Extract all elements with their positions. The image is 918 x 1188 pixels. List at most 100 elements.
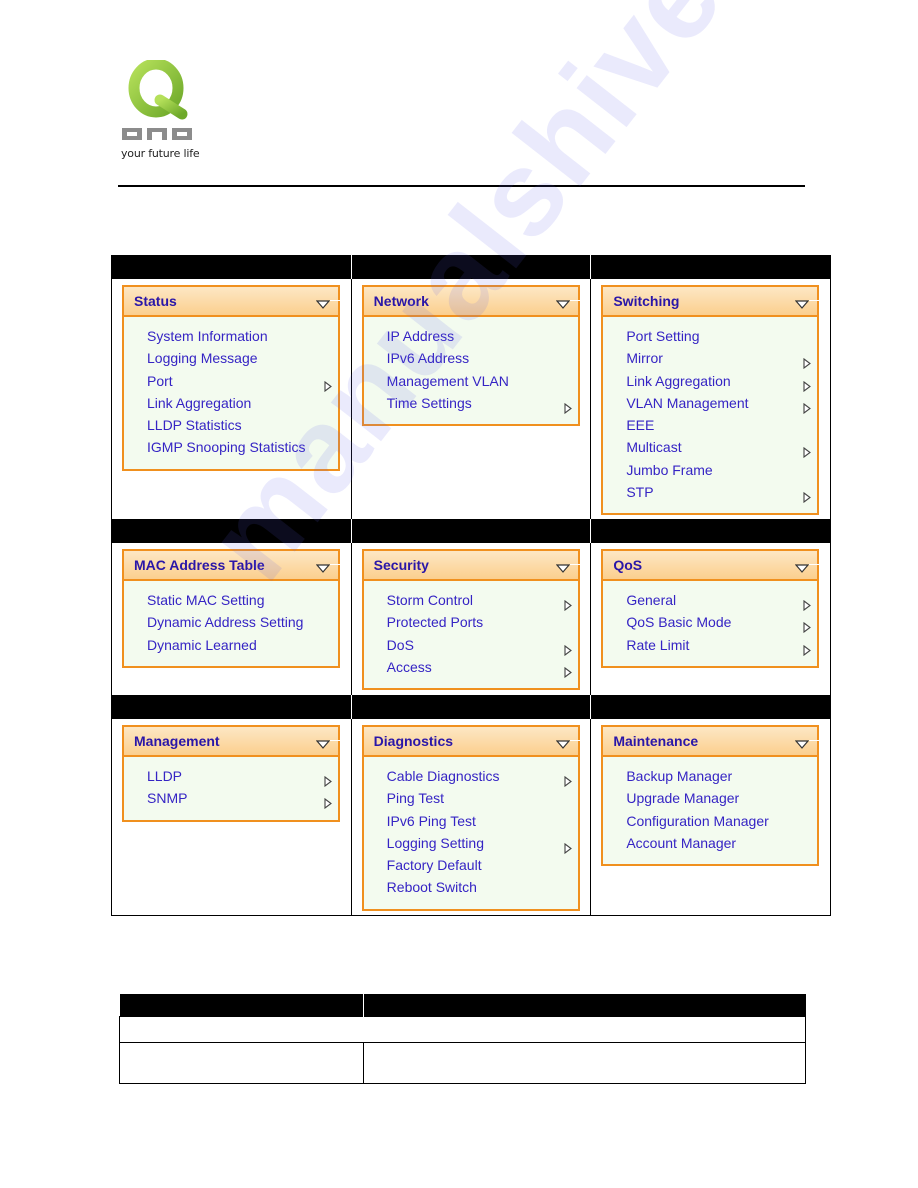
menu-item-mirror[interactable]: Mirror — [603, 347, 817, 370]
submenu-arrow-icon — [803, 595, 812, 612]
menu-item-upgrade-manager[interactable]: Upgrade Manager — [603, 787, 817, 809]
menu-item-snmp[interactable]: SNMP — [124, 787, 338, 810]
collapse-triangle-icon[interactable] — [315, 297, 350, 309]
menu-body: Port Setting Mirror Link Aggregation VLAN M… — [603, 317, 817, 513]
menu-header[interactable]: QoS — [603, 551, 830, 581]
menu-title: Management — [134, 733, 220, 749]
grid-cell: Status System Information Logging Message P… — [112, 279, 352, 519]
collapse-triangle-icon[interactable] — [555, 297, 590, 309]
menu-item-backup-manager[interactable]: Backup Manager — [603, 765, 817, 787]
menu-header[interactable]: MAC Address Table — [124, 551, 350, 581]
menu-item-igmp-snooping-statistics[interactable]: IGMP Snooping Statistics — [124, 436, 338, 458]
menu-panel-status: Status System Information Logging Message P… — [122, 285, 350, 471]
collapse-triangle-icon[interactable] — [315, 561, 350, 573]
menu-item-dos[interactable]: DoS — [364, 634, 578, 656]
menu-item-label: SNMP — [147, 790, 188, 807]
grid-header-cell — [351, 695, 592, 719]
menu-item-port-setting[interactable]: Port Setting — [603, 325, 817, 347]
menu-header[interactable]: Security — [363, 551, 590, 581]
menu-item-stp[interactable]: STP — [603, 481, 817, 504]
menu-item-link-aggregation[interactable]: Link Aggregation — [603, 370, 817, 392]
menu-item-system-information[interactable]: System Information — [124, 325, 338, 347]
menu-item-label: Factory Default — [386, 857, 482, 874]
menu-item-port[interactable]: Port — [124, 370, 338, 392]
menu-item-label: Account Manager — [626, 834, 737, 851]
menu-title: Diagnostics — [373, 733, 454, 749]
menu-item-general[interactable]: General — [603, 589, 817, 612]
menu-title: Security — [373, 557, 429, 573]
menu-panel-maintenance: Maintenance Backup Manager Upgrade Manager… — [601, 725, 830, 867]
menu-header[interactable]: Management — [124, 727, 350, 757]
menu-item-dynamic-address-setting[interactable]: Dynamic Address Setting — [124, 611, 338, 633]
menu-item-label: General — [626, 592, 677, 608]
grid-header-cell — [351, 255, 592, 279]
menu-title: QoS — [613, 557, 643, 573]
menu-item-reboot-switch[interactable]: Reboot Switch — [364, 876, 578, 898]
collapse-triangle-icon[interactable] — [795, 737, 830, 749]
menu-item-ipv6-address[interactable]: IPv6 Address — [364, 347, 578, 369]
menu-item-label: IGMP Snooping Statistics — [147, 439, 306, 456]
menu-header[interactable]: Network — [363, 287, 590, 317]
menu-item-logging-message[interactable]: Logging Message — [124, 347, 338, 369]
collapse-triangle-icon[interactable] — [795, 297, 830, 309]
menu-item-lldp[interactable]: LLDP — [124, 765, 338, 788]
menu-item-qos-basic-mode[interactable]: QoS Basic Mode — [603, 611, 817, 634]
menu-item-ipv6-ping-test[interactable]: IPv6 Ping Test — [364, 810, 578, 832]
header-divider — [118, 185, 805, 187]
menu-item-access[interactable]: Access — [364, 656, 578, 678]
menu-item-label: LLDP Statistics — [147, 417, 242, 434]
collapse-triangle-icon[interactable] — [315, 737, 350, 749]
grid-header-cell — [591, 255, 831, 279]
menu-item-time-settings[interactable]: Time Settings — [364, 392, 578, 414]
collapse-triangle-icon[interactable] — [555, 737, 590, 749]
menu-item-factory-default[interactable]: Factory Default — [364, 854, 578, 876]
menu-item-account-manager[interactable]: Account Manager — [603, 832, 817, 854]
submenu-arrow-icon — [803, 398, 812, 414]
menu-item-management-vlan[interactable]: Management VLAN — [364, 370, 578, 392]
menu-item-jumbo-frame[interactable]: Jumbo Frame — [603, 459, 817, 481]
submenu-arrow-icon — [803, 487, 812, 504]
menu-item-eee[interactable]: EEE — [603, 414, 817, 436]
qno-logo-icon — [122, 60, 192, 140]
menu-item-storm-control[interactable]: Storm Control — [364, 589, 578, 612]
menu-panel-management: Management LLDP SNMP — [122, 725, 350, 822]
menu-header[interactable]: Maintenance — [603, 727, 830, 757]
menu-item-configuration-manager[interactable]: Configuration Manager — [603, 810, 817, 832]
menu-item-dynamic-learned[interactable]: Dynamic Learned — [124, 634, 338, 656]
menu-item-label: VLAN Management — [626, 394, 749, 411]
grid-cell: Management LLDP SNMP — [112, 719, 352, 915]
grid-header-cell — [112, 695, 352, 719]
menu-item-label: IPv6 Address — [386, 350, 470, 367]
menu-panel-network: Network IP Address IPv6 Address Management … — [361, 285, 590, 427]
menu-item-static-mac-setting[interactable]: Static MAC Setting — [124, 589, 338, 611]
grid-header-cell — [591, 695, 831, 719]
submenu-arrow-icon — [803, 617, 812, 634]
menu-item-rate-limit[interactable]: Rate Limit — [603, 634, 817, 656]
table-cell — [362, 1042, 806, 1084]
menu-title: MAC Address Table — [134, 557, 265, 573]
grid-header-row — [112, 519, 831, 543]
logo-tagline: your future life — [121, 147, 200, 160]
menu-item-protected-ports[interactable]: Protected Ports — [364, 611, 578, 633]
menu-header[interactable]: Diagnostics — [363, 727, 590, 757]
menu-title: Maintenance — [613, 733, 699, 749]
menu-item-label: Time Settings — [386, 394, 472, 411]
menu-body: Storm Control Protected Ports DoS Access — [364, 581, 578, 688]
menu-item-label: Storm Control — [386, 592, 474, 608]
menu-item-lldp-statistics[interactable]: LLDP Statistics — [124, 414, 338, 436]
menu-item-ping-test[interactable]: Ping Test — [364, 787, 578, 809]
grid-header-cell — [591, 519, 831, 543]
submenu-arrow-icon — [324, 376, 332, 392]
menu-item-cable-diagnostics[interactable]: Cable Diagnostics — [364, 765, 578, 788]
collapse-triangle-icon[interactable] — [795, 561, 830, 573]
table-header-cell — [119, 994, 364, 1017]
collapse-triangle-icon[interactable] — [555, 561, 590, 573]
menu-item-logging-setting[interactable]: Logging Setting — [364, 832, 578, 854]
menu-item-link-aggregation[interactable]: Link Aggregation — [124, 392, 338, 414]
menu-header[interactable]: Switching — [603, 287, 830, 317]
grid-cell: Diagnostics Cable Diagnostics Ping Test IPv… — [352, 719, 592, 915]
menu-header[interactable]: Status — [124, 287, 350, 317]
menu-item-vlan-management[interactable]: VLAN Management — [603, 392, 817, 414]
menu-item-ip-address[interactable]: IP Address — [364, 325, 578, 347]
menu-item-multicast[interactable]: Multicast — [603, 436, 817, 459]
